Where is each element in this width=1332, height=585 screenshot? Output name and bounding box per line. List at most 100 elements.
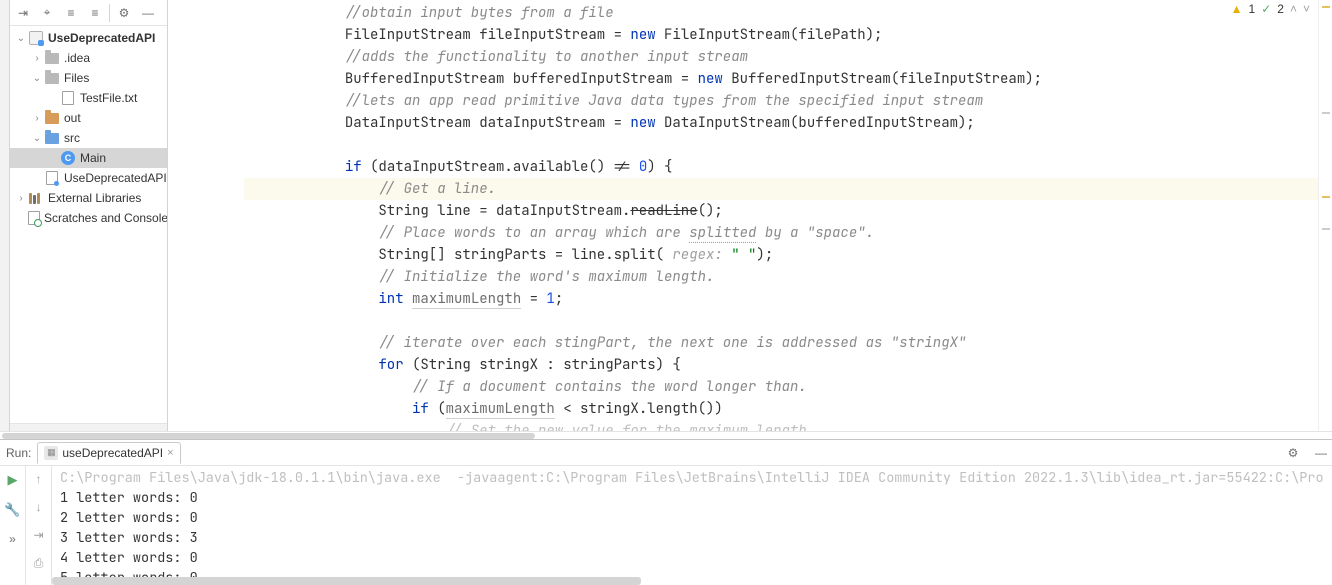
code-keyword: new bbox=[630, 26, 655, 44]
up-icon[interactable]: ↑ bbox=[36, 472, 42, 486]
code-comment: // Get a line. bbox=[378, 180, 496, 198]
folder-icon bbox=[44, 110, 60, 126]
editor-hscroll[interactable] bbox=[0, 431, 1332, 439]
run-settings-icon[interactable]: ⚙ bbox=[1282, 442, 1304, 464]
chevron-right-icon[interactable]: › bbox=[30, 113, 44, 124]
tree-testfile-label: TestFile.txt bbox=[80, 91, 137, 105]
run-header: Run: ▦ useDeprecatedAPI × ⚙ — bbox=[0, 440, 1332, 466]
down-icon[interactable]: ↓ bbox=[36, 500, 42, 514]
tree-testfile[interactable]: TestFile.txt bbox=[10, 88, 167, 108]
tree-iml-label: UseDeprecatedAPI bbox=[64, 171, 167, 185]
print-icon[interactable]: ⎙ bbox=[34, 556, 44, 571]
run-tab[interactable]: ▦ useDeprecatedAPI × bbox=[37, 442, 180, 464]
code-text: ); bbox=[756, 246, 773, 264]
editor-minimap[interactable] bbox=[1318, 0, 1332, 431]
console-line: 2 letter words: 0 bbox=[60, 508, 1324, 528]
tree-ext-lib[interactable]: › External Libraries bbox=[10, 188, 167, 208]
hide-tool-window-icon[interactable]: — bbox=[137, 2, 159, 24]
locate-icon[interactable]: ⌖ bbox=[36, 2, 58, 24]
code-number: 0 bbox=[639, 158, 647, 176]
code-comment: // If a document contains the word longe… bbox=[412, 378, 807, 396]
folder-icon bbox=[44, 50, 60, 66]
run-sub-gutter: ↑ ↓ ⇥ ⎙ ✖ bbox=[26, 466, 52, 585]
code-comment: //obtain input bytes from a file bbox=[345, 4, 614, 22]
code-comment: // Place words to an array which are spl… bbox=[378, 224, 874, 243]
code-text: DataInputStream(bufferedInputStream); bbox=[656, 114, 975, 132]
tree-root[interactable]: ⌄ UseDeprecatedAPI bbox=[10, 28, 167, 48]
tree-root-label: UseDeprecatedAPI bbox=[48, 31, 155, 45]
run-title: Run: bbox=[6, 446, 31, 460]
edit-config-icon[interactable]: 🔧 bbox=[4, 502, 20, 518]
code-comment: // Set the new value for the maximum len… bbox=[446, 422, 816, 431]
code-editor[interactable]: ▲1 ✓2 ˄ ˅ //obtain input bytes from a fi… bbox=[168, 0, 1332, 431]
marker-warning[interactable] bbox=[1322, 6, 1330, 8]
tree-src[interactable]: ⌄ src bbox=[10, 128, 167, 148]
more-icon[interactable]: » bbox=[9, 532, 16, 546]
collapse-all-icon[interactable]: ≡ bbox=[84, 2, 106, 24]
chevron-right-icon[interactable]: › bbox=[14, 193, 28, 204]
code-number: 1 bbox=[546, 290, 554, 308]
weak-warning-icon: ✓ bbox=[1261, 2, 1271, 16]
chevron-down-icon[interactable]: ⌄ bbox=[14, 33, 28, 44]
warning-icon: ▲ bbox=[1231, 2, 1243, 16]
class-icon: C bbox=[60, 150, 76, 166]
run-tab-label: useDeprecatedAPI bbox=[62, 446, 163, 460]
tree-files[interactable]: ⌄ Files bbox=[10, 68, 167, 88]
editor-inspection-status[interactable]: ▲1 ✓2 ˄ ˅ bbox=[1231, 2, 1310, 16]
console-command: C:\Program Files\Java\jdk-18.0.1.1\bin\j… bbox=[60, 468, 1324, 488]
tree-idea-label: .idea bbox=[64, 51, 90, 65]
code-area[interactable]: //obtain input bytes from a file FileInp… bbox=[220, 0, 1332, 431]
select-open-file-icon[interactable]: ⇥ bbox=[12, 2, 34, 24]
code-keyword: if bbox=[345, 158, 362, 176]
project-settings-icon[interactable]: ⚙ bbox=[113, 2, 135, 24]
project-tool-window: ⇥ ⌖ ≡ ≡ ⚙ — ⌄ UseDeprecatedAPI › .idea bbox=[10, 0, 168, 431]
marker-weak[interactable] bbox=[1322, 228, 1330, 230]
code-text: ; bbox=[555, 290, 563, 308]
module-icon bbox=[44, 170, 60, 186]
code-text: ) { bbox=[647, 158, 672, 176]
scratches-icon bbox=[28, 210, 40, 226]
editor-gutter[interactable] bbox=[168, 0, 220, 431]
code-text: = bbox=[521, 290, 546, 308]
nav-down-icon[interactable]: ˅ bbox=[1303, 2, 1310, 16]
rerun-icon[interactable]: ▶ bbox=[8, 472, 18, 488]
tree-files-label: Files bbox=[64, 71, 89, 85]
chevron-down-icon[interactable]: ⌄ bbox=[30, 133, 44, 144]
tree-scratch[interactable]: Scratches and Console bbox=[10, 208, 167, 228]
marker-warning[interactable] bbox=[1322, 196, 1330, 198]
code-text: (String stringX : stringParts) { bbox=[404, 356, 681, 374]
code-text: ( bbox=[429, 400, 446, 418]
code-keyword: new bbox=[630, 114, 655, 132]
run-hide-icon[interactable]: — bbox=[1310, 442, 1332, 464]
tree-out-label: out bbox=[64, 111, 81, 125]
run-console[interactable]: C:\Program Files\Java\jdk-18.0.1.1\bin\j… bbox=[52, 466, 1332, 585]
file-icon bbox=[60, 90, 76, 106]
chevron-down-icon[interactable]: ⌄ bbox=[30, 73, 44, 84]
code-text: (); bbox=[698, 202, 723, 220]
console-line: 1 letter words: 0 bbox=[60, 488, 1324, 508]
tree-iml[interactable]: UseDeprecatedAPI bbox=[10, 168, 167, 188]
code-comment: // iterate over each stingPart, the next… bbox=[378, 334, 966, 352]
soft-wrap-icon[interactable]: ⇥ bbox=[33, 528, 43, 542]
tree-out[interactable]: › out bbox=[10, 108, 167, 128]
code-text: (dataInputStream.available() != bbox=[362, 158, 639, 176]
run-tool-window: Run: ▦ useDeprecatedAPI × ⚙ — ▶ 🔧 » ↑ ↓ … bbox=[0, 439, 1332, 585]
tree-ext-label: External Libraries bbox=[48, 191, 141, 205]
code-keyword: int bbox=[378, 290, 403, 308]
project-icon bbox=[28, 30, 44, 46]
code-unused: maximumLength bbox=[446, 400, 555, 419]
project-tree[interactable]: ⌄ UseDeprecatedAPI › .idea ⌄ Files TestF… bbox=[10, 26, 167, 423]
tree-main[interactable]: C Main bbox=[10, 148, 167, 168]
code-text: String[] stringParts = line.split( bbox=[378, 246, 672, 264]
marker-weak[interactable] bbox=[1322, 112, 1330, 114]
code-text: BufferedInputStream bufferedInputStream … bbox=[345, 70, 698, 88]
chevron-right-icon[interactable]: › bbox=[30, 53, 44, 64]
tree-idea[interactable]: › .idea bbox=[10, 48, 167, 68]
code-unused: maximumLength bbox=[412, 290, 521, 309]
close-icon[interactable]: × bbox=[167, 447, 173, 459]
expand-all-icon[interactable]: ≡ bbox=[60, 2, 82, 24]
project-toolbar: ⇥ ⌖ ≡ ≡ ⚙ — bbox=[10, 0, 167, 26]
run-config-icon: ▦ bbox=[44, 446, 58, 460]
nav-up-icon[interactable]: ˄ bbox=[1290, 2, 1297, 16]
console-hscroll[interactable] bbox=[52, 577, 641, 585]
